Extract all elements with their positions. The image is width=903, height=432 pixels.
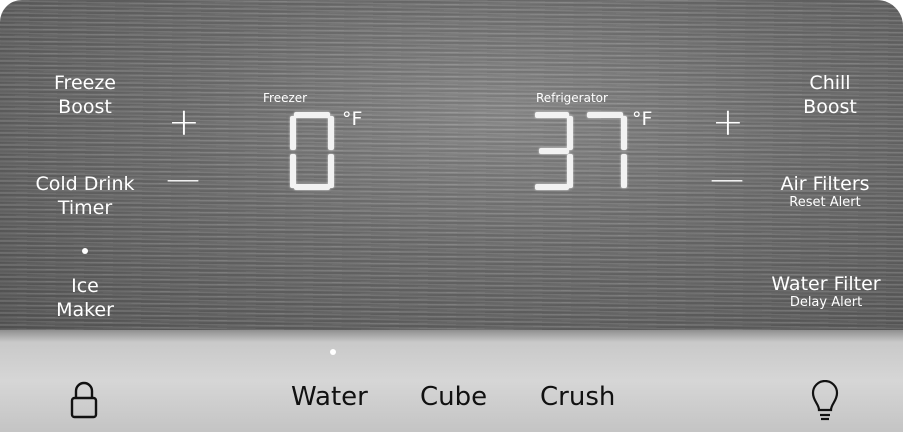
water-filter-sublabel: Delay Alert — [789, 295, 863, 310]
chill-boost-button[interactable]: Chill Boost — [790, 71, 870, 119]
freezer-unit: °F — [342, 108, 363, 130]
light-bulb-icon — [811, 379, 839, 421]
segment — [621, 116, 627, 150]
lock-icon — [70, 381, 98, 419]
freezer-plus-button[interactable]: + — [168, 103, 200, 141]
water-button[interactable]: Water — [291, 380, 368, 414]
freezer-label: Freezer — [263, 91, 308, 105]
freeze-boost-button[interactable]: Freeze Boost — [40, 71, 130, 119]
refrigerator-temperature — [533, 112, 633, 190]
freezer-temperature — [290, 112, 338, 190]
ice-maker-button[interactable]: Ice Maker — [40, 274, 130, 322]
crush-button[interactable]: Crush — [540, 380, 615, 414]
ice-maker-indicator — [82, 248, 88, 254]
control-panel: Freeze Boost Cold Drink Timer Ice Maker … — [0, 0, 903, 432]
segment — [294, 112, 330, 118]
segment — [567, 116, 573, 150]
segment — [290, 116, 296, 150]
segment — [328, 116, 334, 150]
light-button[interactable] — [810, 379, 840, 422]
segment — [535, 112, 569, 118]
water-filter-label: Water Filter — [771, 273, 881, 295]
segment — [621, 154, 627, 188]
segment — [535, 184, 569, 190]
segment — [567, 154, 573, 188]
refrigerator-minus-button[interactable]: — — [710, 160, 744, 198]
refrigerator-unit: °F — [632, 108, 653, 130]
lock-button[interactable] — [68, 380, 100, 420]
segment — [328, 154, 334, 188]
air-filters-label: Air Filters — [780, 173, 870, 195]
water-filter-button[interactable]: Water Filter Delay Alert — [756, 273, 896, 311]
refrigerator-plus-button[interactable]: + — [712, 103, 744, 141]
segment — [290, 154, 296, 188]
water-selected-indicator — [330, 349, 336, 355]
air-filters-button[interactable]: Air Filters Reset Alert — [760, 173, 890, 211]
air-filters-sublabel: Reset Alert — [789, 195, 861, 210]
cube-button[interactable]: Cube — [420, 380, 487, 414]
segment — [294, 184, 330, 190]
freezer-minus-button[interactable]: — — [166, 160, 200, 198]
segment — [587, 112, 623, 118]
segment — [539, 148, 569, 154]
cold-drink-timer-button[interactable]: Cold Drink Timer — [25, 172, 145, 220]
refrigerator-label: Refrigerator — [536, 91, 608, 105]
